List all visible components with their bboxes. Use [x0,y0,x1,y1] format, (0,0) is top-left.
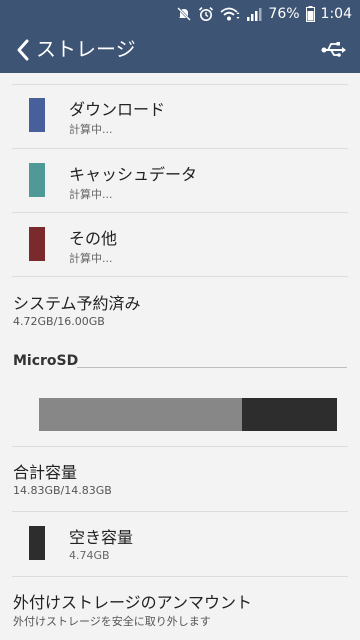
free-space-label: 空き容量 [69,528,134,547]
usage-bar-used-segment [39,398,242,431]
divider [12,446,348,447]
other-label: その他 [69,229,118,248]
usb-icon[interactable] [320,39,346,61]
divider [12,276,348,277]
microsd-usage-bar [39,398,337,431]
cache-label: キャッシュデータ [69,165,198,184]
battery-percent: 76% [268,6,300,22]
system-reserved-size: 4.72GB/16.00GB [13,315,105,328]
free-space-color-swatch [29,526,45,560]
clock: 1:04 [320,6,352,22]
downloads-label: ダウンロード [69,100,166,119]
downloads-size: 計算中... [69,123,113,136]
notifications-off-icon [176,6,192,22]
unmount-description: 外付けストレージを安全に取り外します [13,615,211,628]
wifi-icon [220,6,240,22]
cache-size: 計算中... [69,188,113,201]
other-size: 計算中... [69,252,113,265]
app-bar: ストレージ [0,27,360,73]
page-title: ストレージ [36,37,136,61]
status-bar: 76% 1:04 [0,0,360,27]
signal-icon [246,6,262,22]
downloads-color-swatch [29,98,45,132]
battery-icon [305,6,315,22]
usage-bar-free-segment [242,398,337,431]
section-divider [77,367,347,368]
back-arrow-icon[interactable] [10,35,38,65]
divider [12,576,348,577]
divider [12,511,348,512]
cache-color-swatch [29,163,45,197]
microsd-section-header: MicroSD [13,353,79,369]
divider [12,84,348,85]
total-capacity-label: 合計容量 [13,463,78,482]
alarm-icon [198,6,214,22]
total-capacity-value: 14.83GB/14.83GB [13,484,112,497]
system-reserved-label: システム予約済み [13,294,141,313]
divider [12,212,348,213]
divider [12,148,348,149]
other-color-swatch [29,227,45,261]
unmount-label: 外付けストレージのアンマウント [13,593,253,612]
free-space-value: 4.74GB [69,549,110,562]
